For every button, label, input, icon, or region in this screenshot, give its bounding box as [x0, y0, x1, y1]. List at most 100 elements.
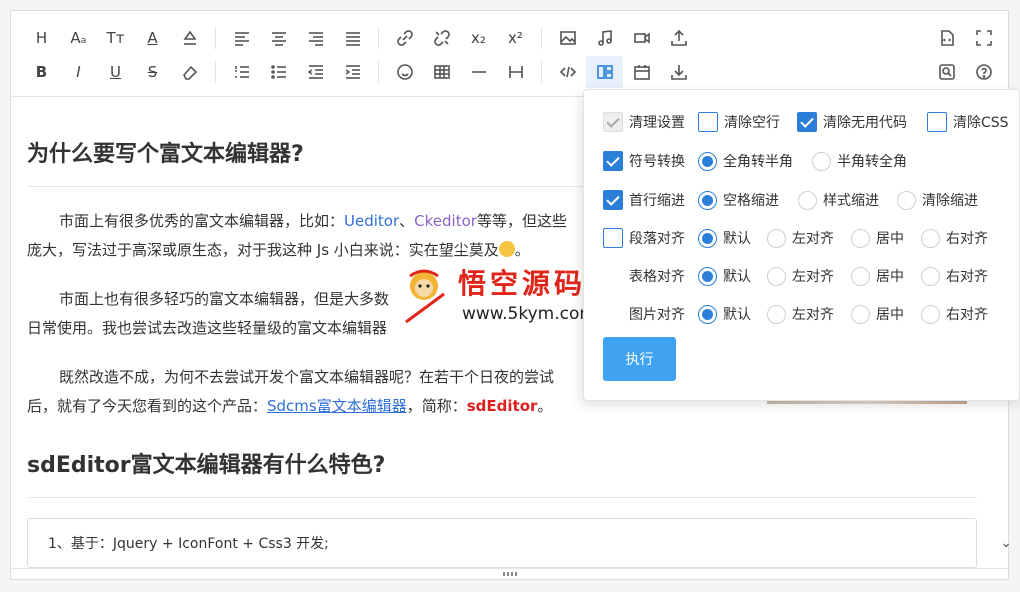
table-left-radio[interactable] — [767, 266, 786, 286]
eraser-icon[interactable] — [171, 56, 208, 88]
superscript-icon[interactable]: x² — [497, 22, 534, 54]
heading-icon[interactable]: H — [23, 22, 60, 54]
page-break-icon[interactable] — [497, 56, 534, 88]
help-icon[interactable] — [965, 56, 1002, 88]
clear-useless-code-checkbox[interactable] — [797, 112, 817, 132]
fullscreen-icon[interactable] — [965, 22, 1002, 54]
clear-empty-lines-label: 清除空行 — [724, 115, 780, 131]
symbol-convert-checkbox[interactable] — [603, 151, 623, 171]
full-to-half-label: 全角转半角 — [723, 154, 793, 170]
ordered-list-icon[interactable] — [223, 56, 260, 88]
paragraph-default-label: 默认 — [723, 231, 751, 247]
paragraph-default-radio[interactable] — [698, 228, 717, 248]
first-indent-checkbox[interactable] — [603, 190, 623, 210]
indent-icon[interactable] — [334, 56, 371, 88]
paragraph-align-checkbox[interactable] — [603, 228, 623, 248]
underline-icon[interactable]: U — [97, 56, 134, 88]
align-center-icon[interactable] — [260, 22, 297, 54]
unordered-list-icon[interactable] — [260, 56, 297, 88]
emoji-icon[interactable] — [386, 56, 423, 88]
hr-icon[interactable] — [460, 56, 497, 88]
execute-button[interactable]: 执行 — [603, 337, 676, 381]
space-indent-radio[interactable] — [698, 190, 717, 210]
music-icon[interactable] — [586, 22, 623, 54]
toolbar-divider — [215, 61, 216, 83]
code-block: 1、基于：Jquery + IconFont + Css3 开发; — [27, 518, 977, 568]
font-icon[interactable]: Aₐ — [60, 22, 97, 54]
align-right-icon[interactable] — [297, 22, 334, 54]
upload-icon[interactable] — [660, 22, 697, 54]
half-to-full-label: 半角转全角 — [837, 154, 907, 170]
align-justify-icon[interactable] — [334, 22, 371, 54]
chevron-down-icon[interactable]: ⌄ — [1000, 535, 1012, 551]
table-right-label: 右对齐 — [946, 269, 988, 285]
resize-handle[interactable] — [11, 568, 1008, 579]
subscript-icon[interactable]: x₂ — [460, 22, 497, 54]
cleanup-settings-checkbox — [603, 112, 623, 132]
link-icon[interactable] — [386, 22, 423, 54]
clear-css-checkbox[interactable] — [927, 112, 947, 132]
row-cleanup: 清理设置 清除空行 清除无用代码 清除CSS — [603, 110, 1020, 134]
download-icon[interactable] — [660, 56, 697, 88]
italic-icon[interactable]: I — [60, 56, 97, 88]
style-indent-label: 样式缩进 — [823, 193, 879, 209]
date-icon[interactable] — [623, 56, 660, 88]
emoji-icon — [498, 241, 515, 257]
watermark-url: www.5kym.com — [462, 304, 596, 324]
strikethrough-icon[interactable]: S — [134, 56, 171, 88]
video-icon[interactable] — [623, 22, 660, 54]
style-indent-radio[interactable] — [798, 190, 817, 210]
image-left-label: 左对齐 — [792, 307, 834, 323]
clear-useless-code-label: 清除无用代码 — [823, 115, 907, 131]
code-icon[interactable] — [549, 56, 586, 88]
image-center-label: 居中 — [876, 307, 904, 323]
image-align-label: 图片对齐 — [629, 307, 685, 323]
toolbar-divider — [541, 61, 542, 83]
html-source-icon[interactable] — [928, 22, 965, 54]
toolbar: H Aₐ Tт A x₂ x² B I U S — [11, 11, 1008, 97]
brand-name: sdEditor — [466, 397, 538, 415]
full-to-half-radio[interactable] — [698, 151, 717, 171]
toolbar-divider — [215, 27, 216, 49]
image-icon[interactable] — [549, 22, 586, 54]
section-heading: sdEditor富文本编辑器有什么特色? — [27, 447, 977, 498]
link-sdcms[interactable]: Sdcms富文本编辑器 — [267, 397, 407, 415]
image-left-radio[interactable] — [767, 304, 786, 324]
search-icon[interactable] — [928, 56, 965, 88]
layout-icon[interactable] — [586, 56, 623, 88]
toolbar-divider — [378, 27, 379, 49]
table-center-radio[interactable] — [851, 266, 870, 286]
row-paragraph-align: 段落对齐 默认 左对齐 居中 右对齐 — [603, 226, 1020, 250]
image-default-radio[interactable] — [698, 304, 717, 324]
image-default-label: 默认 — [723, 307, 751, 323]
watermark-text: 悟空源码 — [458, 267, 587, 300]
table-default-radio[interactable] — [698, 266, 717, 286]
clear-empty-lines-checkbox[interactable] — [698, 112, 718, 132]
half-to-full-radio[interactable] — [812, 151, 831, 171]
cleanup-panel: 清理设置 清除空行 清除无用代码 清除CSS 符号转换 全角转半角 半角转全角 … — [583, 89, 1020, 401]
symbol-convert-label: 符号转换 — [629, 154, 685, 170]
clear-indent-radio[interactable] — [897, 190, 916, 210]
image-right-label: 右对齐 — [946, 307, 988, 323]
row-first-indent: 首行缩进 空格缩进 样式缩进 清除缩进 — [603, 188, 1020, 212]
table-icon[interactable] — [423, 56, 460, 88]
outdent-icon[interactable] — [297, 56, 334, 88]
paragraph-left-radio[interactable] — [767, 228, 786, 248]
link-ckeditor[interactable]: Ckeditor — [414, 212, 477, 230]
font-size-icon[interactable]: Tт — [97, 22, 134, 54]
paragraph-center-radio[interactable] — [851, 228, 870, 248]
paragraph-align-label: 段落对齐 — [629, 231, 685, 247]
link-ueditor[interactable]: Ueditor — [344, 212, 399, 230]
bg-color-icon[interactable] — [171, 22, 208, 54]
space-indent-label: 空格缩进 — [723, 193, 779, 209]
paragraph-left-label: 左对齐 — [792, 231, 834, 247]
align-left-icon[interactable] — [223, 22, 260, 54]
font-color-icon[interactable]: A — [134, 22, 171, 54]
unlink-icon[interactable] — [423, 22, 460, 54]
image-right-radio[interactable] — [921, 304, 940, 324]
paragraph-right-radio[interactable] — [921, 228, 940, 248]
table-left-label: 左对齐 — [792, 269, 834, 285]
table-right-radio[interactable] — [921, 266, 940, 286]
image-center-radio[interactable] — [851, 304, 870, 324]
bold-icon[interactable]: B — [23, 56, 60, 88]
